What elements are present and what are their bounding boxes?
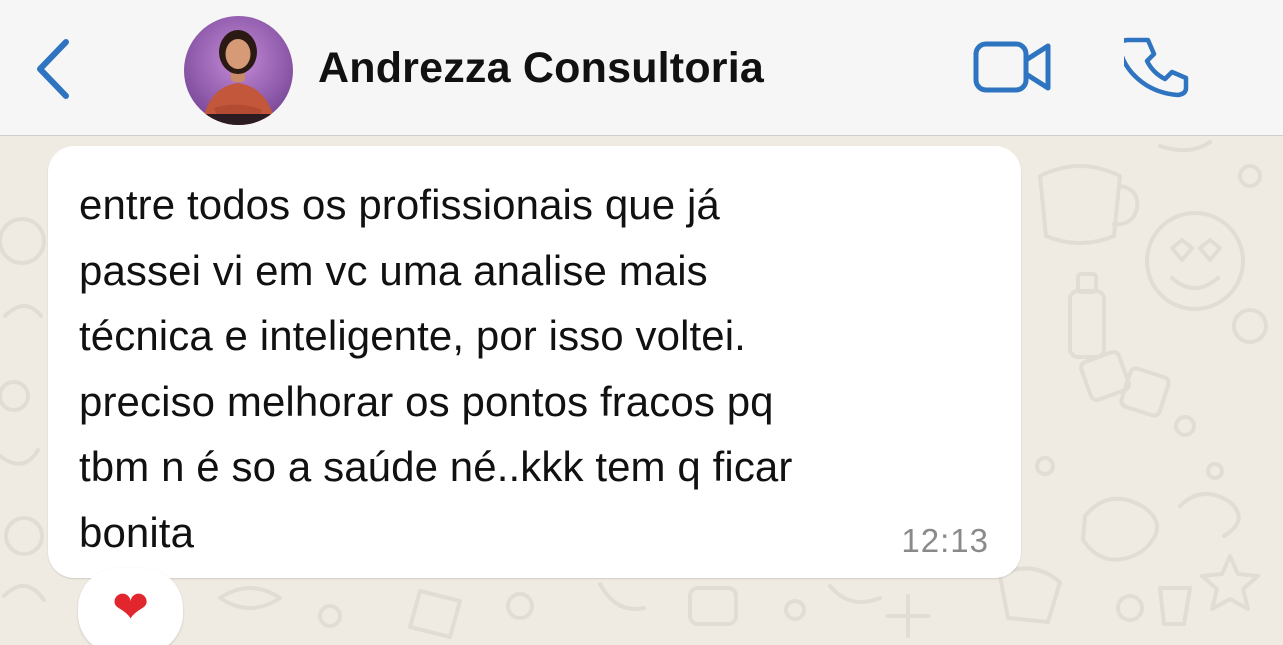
message-text: entre todos os profissionais que já pass… xyxy=(79,181,793,556)
back-button[interactable] xyxy=(30,36,78,102)
chat-screen: Andrezza Consultoria entre todos os prof… xyxy=(0,0,1283,645)
phone-icon xyxy=(1117,37,1189,98)
heart-icon: ❤ xyxy=(112,582,149,633)
chevron-left-icon xyxy=(37,39,69,99)
message-bubble[interactable]: entre todos os profissionais que já pass… xyxy=(48,146,1021,578)
contact-avatar[interactable] xyxy=(184,16,293,125)
video-camera-icon xyxy=(973,41,1051,93)
contact-name[interactable]: Andrezza Consultoria xyxy=(318,44,764,93)
voice-call-button[interactable] xyxy=(1117,36,1190,100)
message-reaction[interactable]: ❤ xyxy=(78,568,183,645)
message-timestamp: 12:13 xyxy=(901,522,989,559)
chat-header: Andrezza Consultoria xyxy=(0,0,1283,136)
video-call-button[interactable] xyxy=(972,38,1054,96)
avatar-photo xyxy=(184,16,293,125)
